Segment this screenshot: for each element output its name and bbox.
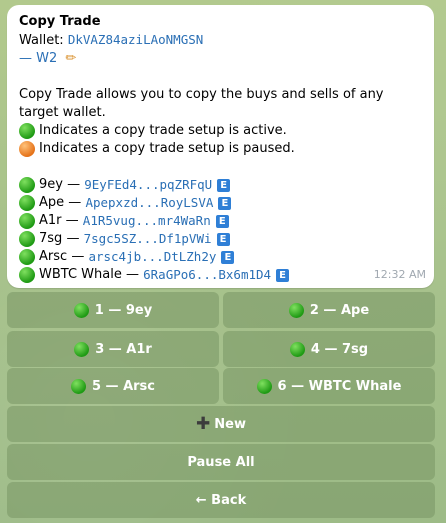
trade-button-3[interactable]: 3 — A1r [7,331,219,367]
message-time: 12:32 AM [373,268,426,281]
trade-address[interactable]: 7sgc5SZ...Df1pVWi [84,230,212,248]
trade-name: A1r [39,213,62,228]
trade-name: WBTC Whale [39,267,122,282]
wallet-line: Wallet: DkVAZ84aziLAoNMGSN [19,31,424,50]
green-circle-icon [288,302,304,318]
e-badge-icon[interactable]: E [217,178,231,192]
green-circle-icon [70,378,86,394]
trade-row: WBTC Whale — 6RaGPo6...Bx6m1D4 E [19,266,424,284]
trade-row: 9ey — 9EyFEd4...pqZRFqU E [19,176,424,194]
trade-sep: — [71,249,85,264]
wallet-name-line: — W2 ✏ [19,50,424,68]
trade-name: Ape [39,195,65,210]
green-circle-icon [19,249,35,265]
description: Copy Trade allows you to copy the buys a… [19,87,384,120]
trade-button-label: 2 — Ape [309,302,370,318]
legend-active-text: Indicates a copy trade setup is active. [39,123,287,138]
trade-address[interactable]: 9EyFEd4...pqZRFqU [84,176,212,194]
trade-row: Arsc — arsc4jb...DtLZh2y E [19,248,424,266]
trade-button-label: 3 — A1r [95,341,152,357]
e-badge-icon[interactable]: E [221,250,235,264]
trade-name: 7sg [39,231,63,246]
orange-circle-icon [19,141,35,157]
trade-row: Ape — Apepxzd...RoyLSVA E [19,194,424,212]
trade-sep: — [65,213,79,228]
legend-paused: Indicates a copy trade setup is paused. [19,140,424,158]
e-badge-icon[interactable]: E [215,214,229,228]
green-circle-icon [19,213,35,229]
trade-name: Arsc [39,249,68,264]
wallet-name-link[interactable]: W2 [36,51,57,66]
green-circle-icon [19,267,35,283]
green-circle-icon [74,341,90,357]
new-button[interactable]: ✚ New [7,406,435,442]
trade-button-label: 6 — WBTC Whale [277,378,402,394]
trade-address[interactable]: Apepxzd...RoyLSVA [85,194,213,212]
pause-all-label: Pause All [187,454,255,470]
message-bubble: Copy Trade Wallet: DkVAZ84aziLAoNMGSN — … [7,5,434,288]
legend-paused-text: Indicates a copy trade setup is paused. [39,141,295,156]
trade-button-label: 5 — Arsc [91,378,155,394]
trade-sep: — [66,231,80,246]
wallet-prefix: — [19,51,32,66]
trade-button-6[interactable]: 6 — WBTC Whale [223,368,435,404]
trade-address[interactable]: A1R5vug...mr4WaRn [83,212,211,230]
green-circle-icon [73,302,89,318]
green-circle-icon [256,378,272,394]
e-badge-icon[interactable]: E [276,268,290,282]
wallet-label: Wallet: [19,33,64,48]
pause-all-button[interactable]: Pause All [7,444,435,480]
trade-name: 9ey [39,177,63,192]
e-badge-icon[interactable]: E [216,232,230,246]
trade-button-5[interactable]: 5 — Arsc [7,368,219,404]
trade-address[interactable]: 6RaGPo6...Bx6m1D4 [143,266,271,284]
trade-button-label: 1 — 9ey [94,302,153,318]
back-button[interactable]: ← Back [7,482,435,518]
trade-row: 7sg — 7sgc5SZ...Df1pVWi E [19,230,424,248]
wallet-address[interactable]: DkVAZ84aziLAoNMGSN [68,32,203,47]
trade-sep: — [125,267,139,282]
trade-sep: — [68,195,82,210]
e-badge-icon[interactable]: E [218,196,232,210]
legend-active: Indicates a copy trade setup is active. [19,122,424,140]
back-label: ← Back [195,492,247,508]
pencil-icon: ✏ [65,51,77,66]
message-title: Copy Trade [19,14,101,29]
green-circle-icon [19,123,35,139]
new-button-label: New [214,416,246,432]
green-circle-icon [289,341,305,357]
green-circle-icon [19,231,35,247]
trade-sep: — [67,177,81,192]
plus-icon: ✚ [196,413,211,434]
trade-button-2[interactable]: 2 — Ape [223,292,435,328]
trade-button-1[interactable]: 1 — 9ey [7,292,219,328]
trade-row: A1r — A1R5vug...mr4WaRn E [19,212,424,230]
trade-address[interactable]: arsc4jb...DtLZh2y [88,248,216,266]
trade-button-label: 4 — 7sg [310,341,369,357]
trade-button-4[interactable]: 4 — 7sg [223,331,435,367]
green-circle-icon [19,177,35,193]
green-circle-icon [19,195,35,211]
